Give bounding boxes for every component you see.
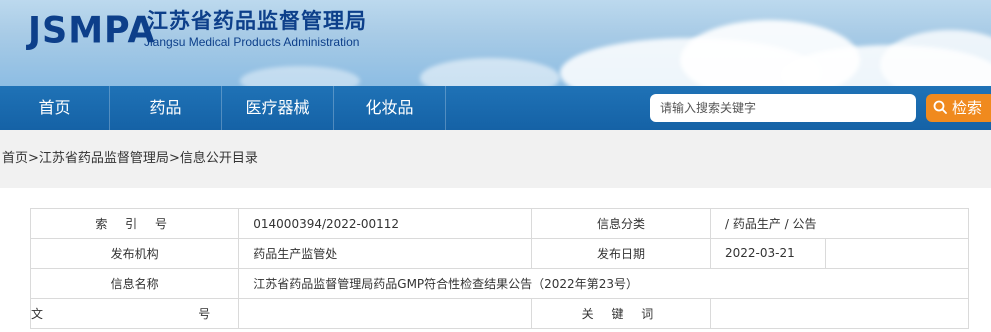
title-value: 江苏省药品监督管理局药品GMP符合性检查结果公告（2022年第23号） xyxy=(238,268,969,299)
breadcrumb-current[interactable]: 信息公开目录 xyxy=(180,151,258,166)
breadcrumb-bar: 首页>江苏省药品监督管理局>信息公开目录 xyxy=(0,130,991,188)
table-row: 索 引 号 014000394/2022-00112 信息分类 / 药品生产 /… xyxy=(29,208,969,239)
site-title-en: Jiangsu Medical Products Administration xyxy=(144,35,360,49)
publisher-label: 发布机构 xyxy=(29,238,240,269)
index-number-value: 014000394/2022-00112 xyxy=(238,208,532,239)
breadcrumb-home[interactable]: 首页 xyxy=(2,151,28,166)
search-icon xyxy=(933,100,947,114)
nav-item-cosmetics[interactable]: 化妆品 xyxy=(334,86,446,130)
site-title-cn: 江苏省药品监督管理局 xyxy=(147,9,367,33)
publish-date-value: 2022-03-21 xyxy=(710,238,969,269)
nav-item-medical-devices[interactable]: 医疗器械 xyxy=(222,86,334,130)
cloud-decoration xyxy=(420,58,560,86)
breadcrumb: 首页>江苏省药品监督管理局>信息公开目录 xyxy=(2,150,258,168)
index-number-label: 索 引 号 xyxy=(29,208,240,239)
category-label: 信息分类 xyxy=(530,208,712,239)
site-banner: JSMPA 江苏省药品监督管理局 Jiangsu Medical Product… xyxy=(0,0,991,86)
breadcrumb-separator: > xyxy=(168,151,180,166)
breadcrumb-separator: > xyxy=(28,151,39,166)
doc-number-label: 文 号 xyxy=(29,298,240,329)
cloud-decoration xyxy=(880,30,991,86)
title-label: 信息名称 xyxy=(29,268,240,299)
top-links[interactable]: ········· ········· ········· xyxy=(835,0,991,4)
publisher-value: 药品生产监管处 xyxy=(238,238,532,269)
table-row: 信息名称 江苏省药品监督管理局药品GMP符合性检查结果公告（2022年第23号） xyxy=(29,268,969,299)
search-button-label: 检索 xyxy=(952,99,983,117)
nav-item-home[interactable]: 首页 xyxy=(0,86,110,130)
category-value: / 药品生产 / 公告 xyxy=(710,208,969,239)
document-info-table: 索 引 号 014000394/2022-00112 信息分类 / 药品生产 /… xyxy=(29,208,969,329)
nav-item-drugs[interactable]: 药品 xyxy=(110,86,222,130)
keywords-label: 关 键 词 xyxy=(530,298,712,329)
cloud-decoration xyxy=(240,66,360,86)
doc-number-value xyxy=(238,298,532,329)
publish-date-label: 发布日期 xyxy=(530,238,712,269)
site-logo[interactable]: JSMPA xyxy=(28,9,156,53)
search-button[interactable]: 检索 xyxy=(926,94,991,122)
table-row: 文 号 关 键 词 xyxy=(29,298,969,329)
breadcrumb-jsmpa[interactable]: 江苏省药品监督管理局 xyxy=(39,151,169,166)
search-input[interactable] xyxy=(650,94,916,122)
table-row: 发布机构 药品生产监管处 发布日期 2022-03-21 xyxy=(29,238,969,269)
keywords-value xyxy=(710,298,969,329)
